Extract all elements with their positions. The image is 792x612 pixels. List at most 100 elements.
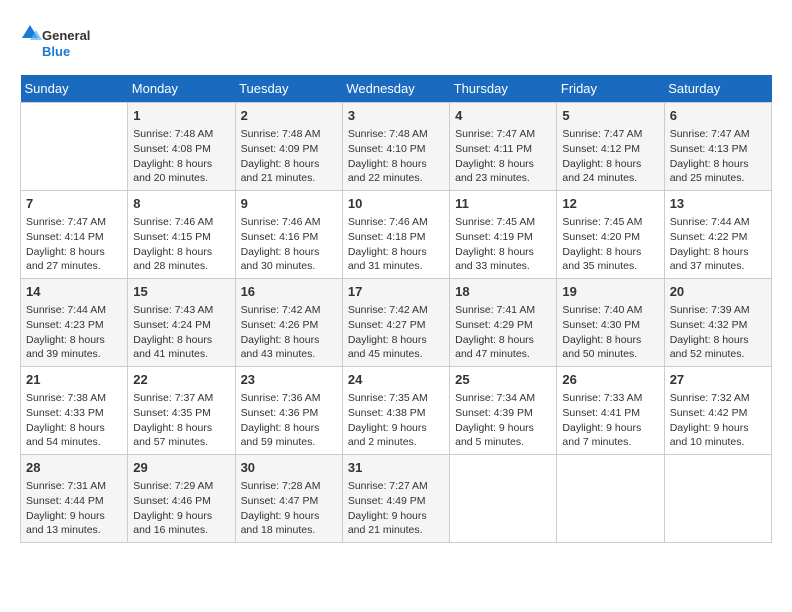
svg-text:General: General (42, 28, 90, 43)
day-number: 14 (26, 283, 122, 301)
day-number: 5 (562, 107, 658, 125)
day-info: Sunrise: 7:48 AM Sunset: 4:08 PM Dayligh… (133, 127, 229, 186)
calendar-cell: 29 Sunrise: 7:29 AM Sunset: 4:46 PM Dayli… (128, 455, 235, 543)
calendar-header-row: SundayMondayTuesdayWednesdayThursdayFrid… (21, 75, 772, 103)
day-number: 11 (455, 195, 551, 213)
day-number: 19 (562, 283, 658, 301)
calendar-cell: 27 Sunrise: 7:32 AM Sunset: 4:42 PM Dayli… (664, 367, 771, 455)
calendar-week-row: 7 Sunrise: 7:47 AM Sunset: 4:14 PM Daylig… (21, 191, 772, 279)
calendar-cell: 4 Sunrise: 7:47 AM Sunset: 4:11 PM Daylig… (450, 103, 557, 191)
day-number: 12 (562, 195, 658, 213)
calendar-cell: 8Sunrise: 7:46 AM Sunset: 4:15 PM Daylig… (128, 191, 235, 279)
day-info: Sunrise: 7:43 AM Sunset: 4:24 PM Dayligh… (133, 303, 229, 362)
calendar-week-row: 1 Sunrise: 7:48 AM Sunset: 4:08 PM Daylig… (21, 103, 772, 191)
day-info: Sunrise: 7:27 AM Sunset: 4:49 PM Dayligh… (348, 479, 444, 538)
day-number: 28 (26, 459, 122, 477)
day-info: Sunrise: 7:44 AM Sunset: 4:22 PM Dayligh… (670, 215, 766, 274)
day-info: Sunrise: 7:41 AM Sunset: 4:29 PM Dayligh… (455, 303, 551, 362)
calendar-cell: 10 Sunrise: 7:46 AM Sunset: 4:18 PM Dayli… (342, 191, 449, 279)
day-info: Sunrise: 7:42 AM Sunset: 4:26 PM Dayligh… (241, 303, 337, 362)
calendar-cell (450, 455, 557, 543)
day-number: 7 (26, 195, 122, 213)
day-info: Sunrise: 7:33 AM Sunset: 4:41 PM Dayligh… (562, 391, 658, 450)
day-header-wednesday: Wednesday (342, 75, 449, 103)
calendar-cell: 3 Sunrise: 7:48 AM Sunset: 4:10 PM Daylig… (342, 103, 449, 191)
calendar-cell (21, 103, 128, 191)
calendar-cell: 20 Sunrise: 7:39 AM Sunset: 4:32 PM Dayli… (664, 279, 771, 367)
day-info: Sunrise: 7:46 AM Sunset: 4:18 PM Dayligh… (348, 215, 444, 274)
day-number: 29 (133, 459, 229, 477)
day-header-thursday: Thursday (450, 75, 557, 103)
day-info: Sunrise: 7:47 AM Sunset: 4:11 PM Dayligh… (455, 127, 551, 186)
page-header: General Blue (20, 20, 772, 65)
day-info: Sunrise: 7:39 AM Sunset: 4:32 PM Dayligh… (670, 303, 766, 362)
calendar-cell: 2Sunrise: 7:48 AM Sunset: 4:09 PM Daylig… (235, 103, 342, 191)
calendar-table: SundayMondayTuesdayWednesdayThursdayFrid… (20, 75, 772, 543)
calendar-cell: 26Sunrise: 7:33 AM Sunset: 4:41 PM Dayli… (557, 367, 664, 455)
calendar-body: 1 Sunrise: 7:48 AM Sunset: 4:08 PM Daylig… (21, 103, 772, 543)
day-number: 25 (455, 371, 551, 389)
day-info: Sunrise: 7:40 AM Sunset: 4:30 PM Dayligh… (562, 303, 658, 362)
day-info: Sunrise: 7:46 AM Sunset: 4:16 PM Dayligh… (241, 215, 337, 274)
calendar-cell: 6Sunrise: 7:47 AM Sunset: 4:13 PM Daylig… (664, 103, 771, 191)
day-number: 2 (241, 107, 337, 125)
day-number: 31 (348, 459, 444, 477)
calendar-cell: 18 Sunrise: 7:41 AM Sunset: 4:29 PM Dayli… (450, 279, 557, 367)
day-number: 18 (455, 283, 551, 301)
svg-text:Blue: Blue (42, 44, 70, 59)
day-number: 10 (348, 195, 444, 213)
calendar-cell: 30 Sunrise: 7:28 AM Sunset: 4:47 PM Dayli… (235, 455, 342, 543)
calendar-cell: 28 Sunrise: 7:31 AM Sunset: 4:44 PM Dayli… (21, 455, 128, 543)
calendar-cell: 5Sunrise: 7:47 AM Sunset: 4:12 PM Daylig… (557, 103, 664, 191)
day-info: Sunrise: 7:48 AM Sunset: 4:10 PM Dayligh… (348, 127, 444, 186)
calendar-cell: 13 Sunrise: 7:44 AM Sunset: 4:22 PM Dayli… (664, 191, 771, 279)
calendar-cell: 14 Sunrise: 7:44 AM Sunset: 4:23 PM Dayli… (21, 279, 128, 367)
day-number: 22 (133, 371, 229, 389)
day-info: Sunrise: 7:38 AM Sunset: 4:33 PM Dayligh… (26, 391, 122, 450)
day-info: Sunrise: 7:36 AM Sunset: 4:36 PM Dayligh… (241, 391, 337, 450)
day-info: Sunrise: 7:37 AM Sunset: 4:35 PM Dayligh… (133, 391, 229, 450)
day-number: 16 (241, 283, 337, 301)
day-number: 9 (241, 195, 337, 213)
calendar-cell (664, 455, 771, 543)
day-number: 30 (241, 459, 337, 477)
calendar-cell: 24 Sunrise: 7:35 AM Sunset: 4:38 PM Dayli… (342, 367, 449, 455)
day-number: 17 (348, 283, 444, 301)
day-number: 27 (670, 371, 766, 389)
day-info: Sunrise: 7:47 AM Sunset: 4:13 PM Dayligh… (670, 127, 766, 186)
day-header-monday: Monday (128, 75, 235, 103)
day-number: 8 (133, 195, 229, 213)
calendar-cell: 19 Sunrise: 7:40 AM Sunset: 4:30 PM Dayli… (557, 279, 664, 367)
calendar-cell: 15Sunrise: 7:43 AM Sunset: 4:24 PM Dayli… (128, 279, 235, 367)
day-info: Sunrise: 7:29 AM Sunset: 4:46 PM Dayligh… (133, 479, 229, 538)
calendar-cell: 21Sunrise: 7:38 AM Sunset: 4:33 PM Dayli… (21, 367, 128, 455)
logo: General Blue (20, 20, 110, 65)
day-number: 23 (241, 371, 337, 389)
day-info: Sunrise: 7:42 AM Sunset: 4:27 PM Dayligh… (348, 303, 444, 362)
day-info: Sunrise: 7:28 AM Sunset: 4:47 PM Dayligh… (241, 479, 337, 538)
day-number: 3 (348, 107, 444, 125)
day-header-friday: Friday (557, 75, 664, 103)
calendar-week-row: 28 Sunrise: 7:31 AM Sunset: 4:44 PM Dayli… (21, 455, 772, 543)
day-number: 13 (670, 195, 766, 213)
calendar-cell: 12 Sunrise: 7:45 AM Sunset: 4:20 PM Dayli… (557, 191, 664, 279)
day-number: 20 (670, 283, 766, 301)
calendar-cell: 1 Sunrise: 7:48 AM Sunset: 4:08 PM Daylig… (128, 103, 235, 191)
calendar-cell: 16 Sunrise: 7:42 AM Sunset: 4:26 PM Dayli… (235, 279, 342, 367)
calendar-week-row: 21Sunrise: 7:38 AM Sunset: 4:33 PM Dayli… (21, 367, 772, 455)
calendar-cell: 25Sunrise: 7:34 AM Sunset: 4:39 PM Dayli… (450, 367, 557, 455)
calendar-cell: 17 Sunrise: 7:42 AM Sunset: 4:27 PM Dayli… (342, 279, 449, 367)
day-info: Sunrise: 7:31 AM Sunset: 4:44 PM Dayligh… (26, 479, 122, 538)
calendar-cell: 31 Sunrise: 7:27 AM Sunset: 4:49 PM Dayli… (342, 455, 449, 543)
day-info: Sunrise: 7:44 AM Sunset: 4:23 PM Dayligh… (26, 303, 122, 362)
calendar-week-row: 14 Sunrise: 7:44 AM Sunset: 4:23 PM Dayli… (21, 279, 772, 367)
day-info: Sunrise: 7:45 AM Sunset: 4:20 PM Dayligh… (562, 215, 658, 274)
day-info: Sunrise: 7:47 AM Sunset: 4:14 PM Dayligh… (26, 215, 122, 274)
day-info: Sunrise: 7:35 AM Sunset: 4:38 PM Dayligh… (348, 391, 444, 450)
day-number: 1 (133, 107, 229, 125)
day-number: 24 (348, 371, 444, 389)
day-info: Sunrise: 7:32 AM Sunset: 4:42 PM Dayligh… (670, 391, 766, 450)
calendar-cell: 7 Sunrise: 7:47 AM Sunset: 4:14 PM Daylig… (21, 191, 128, 279)
day-number: 4 (455, 107, 551, 125)
calendar-cell: 23 Sunrise: 7:36 AM Sunset: 4:36 PM Dayli… (235, 367, 342, 455)
